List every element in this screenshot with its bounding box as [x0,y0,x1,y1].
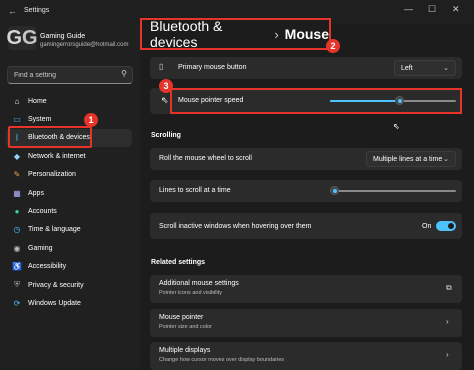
search-icon[interactable]: ⚲ [121,69,127,78]
sidebar-item-accessibility[interactable]: ♿ Accessibility [6,258,132,276]
chevron-right-icon: › [446,317,449,326]
sidebar-item-label: Home [28,97,47,105]
sidebar-item-windows-update[interactable]: ⟳ Windows Update [6,294,132,312]
scroll-inactive-state: On [422,223,432,230]
related-item-multiple-displays[interactable]: Multiple displays Change how cursor moves… [150,342,462,370]
sidebar-item-label: Personalization [28,171,76,179]
search-input[interactable] [14,70,114,80]
chevron-down-icon: ⌄ [443,156,449,163]
roll-wheel-card: Roll the mouse wheel to scroll Multiple … [150,148,462,170]
window-title: Settings [24,7,50,14]
sidebar-item-label: Accounts [28,208,57,216]
network-icon: ◆ [13,151,21,161]
chevron-right-icon: › [446,350,449,359]
scroll-inactive-card: Scroll inactive windows when hovering ov… [150,213,462,239]
sidebar-item-accounts[interactable]: ● Accounts [6,202,132,220]
monitor-icon: ▭ [13,115,21,125]
breadcrumb: Bluetooth & devices › Mouse [140,18,331,50]
breadcrumb-parent[interactable]: Bluetooth & devices [150,18,268,50]
minimize-icon[interactable]: — [404,4,413,14]
shield-icon: ⛨ [14,280,20,290]
sidebar-item-label: Network & internet [28,152,86,160]
primary-button-dropdown[interactable]: Left ⌄ [394,60,456,76]
annotation-highlight-3 [170,88,462,114]
related-item-subtitle: Pointer icons and visibility [159,290,222,296]
sidebar-item-network-internet[interactable]: ◆ Network & internet [6,147,132,165]
mouse-cursor-icon: ⇖ [393,122,400,131]
related-item-title: Additional mouse settings [159,280,239,287]
sidebar-item-privacy-security[interactable]: ⛨ Privacy & security [6,276,132,294]
primary-button-value: Left [401,64,413,72]
scroll-inactive-label: Scroll inactive windows when hovering ov… [159,223,312,230]
sidebar-item-home[interactable]: ⌂ Home [6,92,132,110]
sidebar-item-label: System [28,116,52,124]
sidebar-item-label: Time & language [28,226,81,234]
sidebar-item-label: Accessibility [28,263,67,271]
lines-to-scroll-label: Lines to scroll at a time [159,187,231,194]
person-icon: ● [14,207,20,217]
primary-button-label: Primary mouse button [178,64,247,71]
account-name: Gaming Guide [40,33,86,40]
avatar[interactable]: GG [6,26,38,50]
related-item-title: Mouse pointer [159,314,204,321]
update-icon: ⟳ [13,298,21,308]
annotation-badge-1: 1 [84,113,98,127]
apps-icon: ▦ [13,188,21,198]
related-item-subtitle: Pointer size and color [159,324,212,330]
lines-to-scroll-slider[interactable] [330,186,456,196]
globe-icon: ◷ [13,225,21,235]
roll-wheel-dropdown[interactable]: Multiple lines at a time ⌄ [366,151,456,167]
lines-to-scroll-card: Lines to scroll at a time [150,180,462,202]
mouse-icon: ▯ [159,62,164,71]
related-item-title: Multiple displays [159,347,211,354]
sidebar-item-apps[interactable]: ▦ Apps [6,184,132,202]
search-box[interactable]: ⚲ [7,66,133,84]
annotation-badge-2: 2 [326,39,340,53]
sidebar-item-label: Apps [28,189,44,197]
accessibility-icon: ♿ [12,262,22,272]
annotation-badge-3: 3 [159,79,173,93]
roll-wheel-value: Multiple lines at a time [373,155,443,163]
external-link-icon: ⧉ [446,283,452,292]
sidebar-item-time-language[interactable]: ◷ Time & language [6,221,132,239]
annotation-highlight-1 [8,126,92,148]
sidebar: GG Gaming Guide gamingerrorsguide@hotmai… [0,24,140,369]
account-email: gamingerrorsguide@hotmail.com [40,42,129,48]
page-title: Mouse [284,26,329,42]
home-icon: ⌂ [14,96,20,106]
breadcrumb-separator: › [274,26,279,42]
related-settings-header: Related settings [151,259,206,266]
chevron-down-icon: ⌄ [443,65,449,72]
roll-wheel-label: Roll the mouse wheel to scroll [159,155,252,162]
slider-track [330,190,456,192]
related-item-mouse-pointer[interactable]: Mouse pointer Pointer size and color › [150,309,462,337]
sidebar-item-label: Gaming [28,244,53,252]
avatar-initial-1: G [6,26,22,49]
pointer-icon: ⇖ [161,95,169,105]
avatar-initial-2: G [22,26,38,49]
related-item-subtitle: Change how cursor moves over display bou… [159,357,285,363]
primary-button-card: ▯ Primary mouse button Left ⌄ [150,57,462,79]
scroll-inactive-toggle[interactable] [436,221,456,231]
back-arrow-icon[interactable]: ← [8,6,17,16]
sidebar-item-personalization[interactable]: ✎ Personalization [6,166,132,184]
maximize-icon[interactable]: ☐ [428,4,436,15]
sidebar-item-gaming[interactable]: ◉ Gaming [6,239,132,257]
scrolling-header: Scrolling [151,132,181,139]
related-item-additional-mouse-settings[interactable]: Additional mouse settings Pointer icons a… [150,275,462,303]
controller-icon: ◉ [13,243,21,253]
sidebar-item-label: Privacy & security [28,281,84,289]
close-icon[interactable]: ✕ [452,4,460,15]
brush-icon: ✎ [13,170,21,180]
sidebar-item-label: Windows Update [28,299,81,307]
slider-thumb[interactable] [330,186,339,195]
